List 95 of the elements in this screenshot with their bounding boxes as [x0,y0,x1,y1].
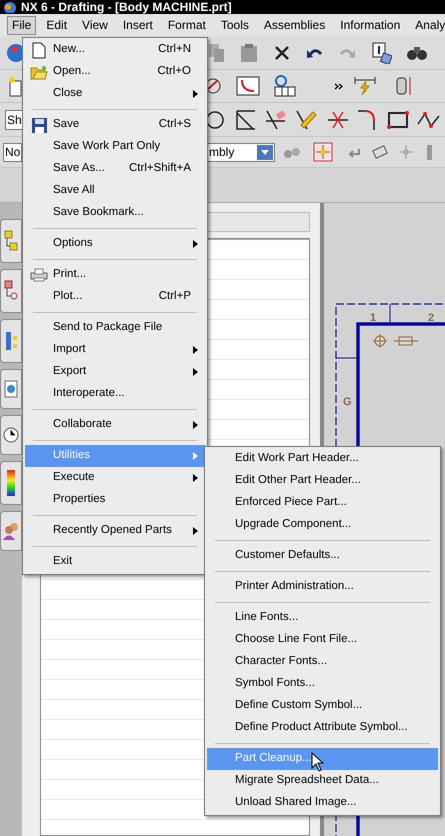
menu-item[interactable]: Choose Line Font File... [207,629,438,651]
menu-item[interactable]: Execute [25,467,205,489]
clock-icon [3,427,19,443]
menu-item[interactable]: Open... Ctrl+O [25,61,205,83]
menu-item[interactable]: Import [25,339,205,361]
visualization-tab[interactable] [0,461,22,505]
printer-icon [30,268,48,282]
zone-label: 1 [370,311,376,326]
snap-point-icon[interactable] [313,142,333,162]
menu-item[interactable]: Edit Other Part Header... [207,470,438,492]
shortcut-label: Ctrl+N [158,42,191,58]
shortcut-label: Ctrl+O [157,64,191,80]
menu-item[interactable]: Recently Opened Parts [25,520,205,542]
dimension-icon[interactable] [353,76,377,96]
menu-item[interactable]: Close [25,83,205,105]
menu-item[interactable]: Tools [216,16,254,34]
menu-item[interactable]: Define Custom Symbol... [207,695,438,717]
menu-item[interactable]: Customer Defaults... [207,545,438,567]
section-view-icon[interactable] [236,76,260,96]
binoculars-icon[interactable] [406,44,428,60]
people-icon [3,522,19,540]
mouse-cursor-icon [311,752,324,772]
menu-item[interactable]: Save Work Part Only [25,136,205,158]
constraint-icon [4,330,18,352]
folder-icon [30,64,48,80]
delete-icon[interactable] [274,44,290,60]
pencil-icon[interactable] [295,108,317,130]
menu-item[interactable]: View [77,16,113,34]
window-title: NX 6 - Drafting - [Body MACHINE.prt] [21,0,232,14]
menu-item[interactable]: Define Product Attribute Symbol... [207,717,438,739]
target-symbol-icon [372,333,388,349]
tree-icon [4,280,18,302]
shortcut-label: Ctrl+P [158,289,191,304]
app-logo-icon [3,1,17,13]
color-bar-icon [7,470,15,496]
menu-item[interactable]: New... Ctrl+N [25,39,205,61]
rectangle-icon[interactable] [387,110,409,128]
menu-item[interactable]: Export [25,361,205,383]
paste-icon[interactable] [240,42,258,62]
browser-tab[interactable] [0,369,22,409]
document-icon [32,42,46,58]
angle-line-icon[interactable] [235,108,257,130]
new-sheet-icon[interactable] [8,75,22,97]
back-arrow-icon[interactable] [347,146,361,158]
menu-item[interactable]: Options [25,233,205,255]
more-chevron-icon[interactable] [334,82,343,90]
web-page-icon [4,380,18,398]
filter-combo[interactable]: No [3,142,22,162]
menu-item[interactable]: Interoperate... [25,383,205,405]
menu-item[interactable]: Edit [41,16,72,34]
menu-item[interactable]: Exit [25,551,205,573]
menu-item[interactable]: Symbol Fonts... [207,673,438,695]
info-icon[interactable] [372,42,392,64]
eraser-line-icon[interactable] [265,108,287,130]
menu-item[interactable]: Unload Shared Image... [207,792,438,814]
menu-item[interactable]: Insert [118,16,158,34]
menu-item[interactable]: Properties [25,489,205,511]
menu-item[interactable]: Assemblies [258,16,330,34]
menu-item[interactable]: Collaborate [25,414,205,436]
navigator-tab[interactable] [0,269,22,313]
navigator-tab[interactable] [0,219,22,263]
connector-symbol-icon [394,336,418,346]
menu-item[interactable]: Plot... Ctrl+P [25,286,205,308]
menu-item[interactable]: Format [162,16,211,34]
assembly-combo[interactable]: mbly [207,142,275,162]
circle-icon[interactable] [205,110,225,130]
polyline-icon[interactable] [417,110,441,130]
menu-item[interactable]: Edit Work Part Header... [207,448,438,470]
menu-item[interactable]: Upgrade Component... [207,514,438,536]
menu-item[interactable]: Enforced Piece Part... [207,492,438,514]
menu-item[interactable]: Save Bookmark... [25,202,205,224]
roles-tab[interactable] [0,511,22,551]
navigator-tab[interactable] [0,319,22,363]
copy-icon[interactable] [208,42,226,62]
menu-item[interactable]: Send to Package File [25,317,205,339]
menu-item[interactable]: Save All [25,180,205,202]
menu-item[interactable]: Line Fonts... [207,607,438,629]
menu-item[interactable]: Character Fonts... [207,651,438,673]
zone-label: 2 [428,311,434,326]
table-icon[interactable] [274,75,296,97]
menu-item[interactable]: File [7,16,36,34]
menu-item[interactable]: Print... [25,264,205,286]
zone-label: G [343,395,352,410]
shortcut-label: Ctrl+S [158,117,191,132]
menu-item[interactable]: Save Ctrl+S [25,114,205,136]
menu-item[interactable]: Migrate Spreadsheet Data... [207,770,438,792]
history-tab[interactable] [0,415,22,455]
menu-item[interactable]: Printer Administration... [207,576,438,598]
menu-item[interactable]: Analy [410,16,445,34]
tree-icon [4,230,18,252]
shortcut-label: Ctrl+Shift+A [129,161,191,176]
globe-icon[interactable] [6,42,22,64]
menu-item[interactable]: Save As... Ctrl+Shift+A [25,158,205,180]
fillet-icon[interactable] [357,108,377,130]
menu-item[interactable]: Information [335,16,406,34]
